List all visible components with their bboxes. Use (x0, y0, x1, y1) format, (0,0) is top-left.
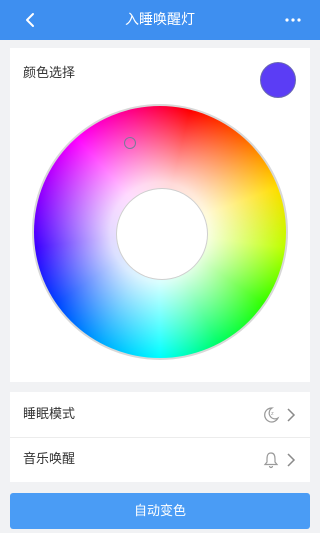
auto-color-change-button[interactable]: 自动变色 (10, 493, 310, 529)
app-header: 入睡唤醒灯 (0, 0, 320, 40)
music-wake-label: 音乐唤醒 (23, 452, 76, 467)
sleep-mode-row[interactable]: 睡眠模式 z (10, 392, 310, 438)
color-wheel-center (117, 189, 207, 279)
settings-card: 睡眠模式 z 音乐唤醒 (10, 392, 310, 482)
color-wheel-thumb[interactable] (124, 137, 136, 149)
chevron-right-icon (287, 408, 296, 422)
color-wheel-border (32, 104, 288, 360)
color-select-label: 颜色选择 (23, 66, 76, 81)
more-dots-icon[interactable] (284, 12, 302, 28)
sleep-mode-label: 睡眠模式 (23, 407, 76, 422)
sleep-moon-icon: z (264, 407, 280, 423)
selected-color-swatch (260, 62, 296, 98)
color-picker-card: 颜色选择 (10, 48, 310, 382)
bell-icon (263, 452, 279, 469)
color-wheel[interactable] (34, 106, 286, 358)
chevron-right-icon (287, 453, 296, 467)
page-title: 入睡唤醒灯 (125, 12, 195, 28)
svg-text:z: z (271, 411, 274, 417)
music-wake-row[interactable]: 音乐唤醒 (10, 437, 310, 482)
